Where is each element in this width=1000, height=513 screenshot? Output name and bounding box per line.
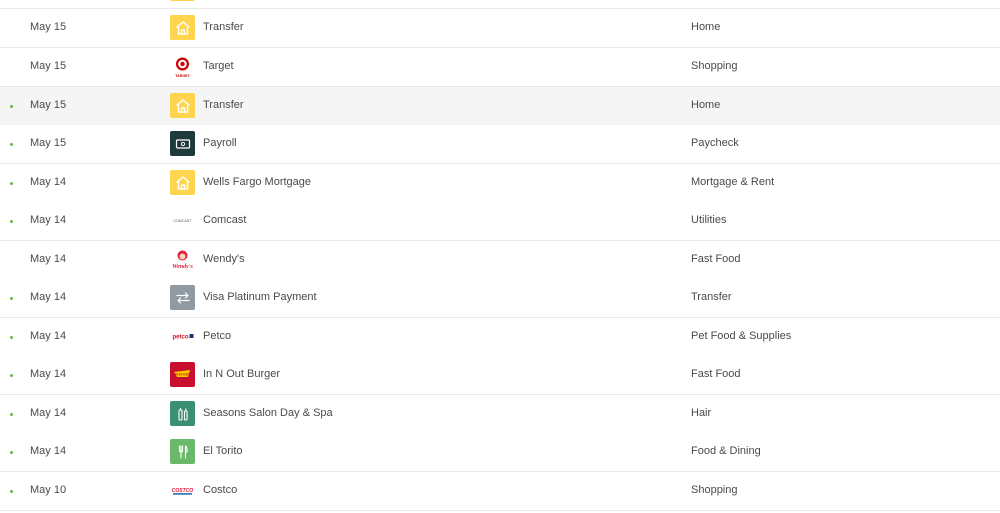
merchant-name[interactable]: Payroll (203, 137, 237, 149)
table-row[interactable]: May 14 Wendy's Wendy's Fast Food (0, 241, 1000, 280)
table-row[interactable]: May 14 El Torito Food & Dining (0, 433, 1000, 472)
merchant-name[interactable]: Seasons Salon Day & Spa (203, 407, 333, 419)
category-label[interactable]: Transfer (691, 291, 732, 303)
wendys-logo: Wendy's (170, 247, 195, 272)
transaction-date: May 15 (30, 21, 67, 33)
transaction-date: May 14 (30, 407, 67, 419)
transaction-date: May 15 (30, 137, 67, 149)
table-row[interactable]: May 14 Seasons Salon Day & Spa Hair (0, 395, 1000, 434)
category-label[interactable]: Fast Food (691, 253, 741, 265)
transaction-date: May 14 (30, 253, 67, 265)
category-label[interactable]: Food & Dining (691, 445, 761, 457)
merchant-name[interactable]: Wells Fargo Mortgage (203, 176, 311, 188)
category-label[interactable]: Mortgage & Rent (691, 176, 774, 188)
category-label[interactable]: Home (691, 21, 720, 33)
petco-logo: petco (170, 324, 195, 349)
merchant-name[interactable]: Petco (203, 330, 231, 342)
category-label[interactable]: Home (691, 99, 720, 111)
merchant-name[interactable]: Visa Platinum Payment (203, 291, 317, 303)
category-label[interactable]: Paycheck (691, 137, 739, 149)
table-row[interactable]: May 15 Transfer Home (0, 9, 1000, 48)
merchant-name[interactable]: Transfer (203, 99, 244, 111)
transaction-date: May 10 (30, 484, 67, 496)
transaction-date: May 14 (30, 330, 67, 342)
table-row[interactable]: May 14 Wells Fargo Mortgage Mortgage & R… (0, 164, 1000, 203)
home-icon (170, 15, 195, 40)
svg-text:TARGET: TARGET (175, 74, 190, 78)
unreviewed-dot (10, 105, 13, 108)
unreviewed-dot (10, 143, 13, 146)
merchant-name[interactable]: Comcast (203, 214, 246, 226)
utensils-icon (170, 439, 195, 464)
svg-text:COSTCO: COSTCO (172, 488, 194, 494)
merchant-name[interactable]: In N Out Burger (203, 368, 280, 380)
transaction-date: May 14 (30, 176, 67, 188)
category-label[interactable]: Shopping (691, 484, 738, 496)
home-icon (170, 93, 195, 118)
transaction-date: May 14 (30, 368, 67, 380)
table-row[interactable]: May 14 IN-N-OUT In N Out Burger Fast Foo… (0, 356, 1000, 395)
transaction-date: May 14 (30, 445, 67, 457)
table-row[interactable]: May 15 Payroll Paycheck (0, 125, 1000, 164)
target-logo: TARGET (170, 54, 195, 79)
home-icon (170, 170, 195, 195)
category-label[interactable]: Fast Food (691, 368, 741, 380)
merchant-name[interactable]: El Torito (203, 445, 243, 457)
table-row[interactable]: May 14 COMCAST Comcast Utilities (0, 202, 1000, 241)
table-row[interactable]: May 10 COSTCO Costco Shopping (0, 472, 1000, 511)
merchant-name[interactable]: Target (203, 60, 234, 72)
unreviewed-dot (10, 220, 13, 223)
category-label[interactable]: Utilities (691, 214, 726, 226)
innout-logo: IN-N-OUT (170, 362, 195, 387)
unreviewed-dot (10, 374, 13, 377)
transaction-date: May 14 (30, 291, 67, 303)
table-row[interactable]: May 14 Visa Platinum Payment Transfer (0, 279, 1000, 318)
salon-icon (170, 401, 195, 426)
svg-text:IN-N-OUT: IN-N-OUT (174, 373, 191, 377)
table-row[interactable]: May 14 petco Petco Pet Food & Supplies (0, 318, 1000, 357)
unreviewed-dot (10, 490, 13, 493)
unreviewed-dot (10, 451, 13, 454)
unreviewed-dot (10, 336, 13, 339)
table-row[interactable]: May 15 Transfer Home (0, 87, 1000, 126)
transfer-arrows-icon (170, 285, 195, 310)
merchant-name[interactable]: Wendy's (203, 253, 245, 265)
table-row[interactable]: May 15 TARGET Target Shopping (0, 48, 1000, 87)
comcast-logo: COMCAST (170, 208, 195, 233)
merchant-name[interactable]: Transfer (203, 21, 244, 33)
transaction-date: May 14 (30, 214, 67, 226)
unreviewed-dot (10, 413, 13, 416)
table-row-partial[interactable] (0, 0, 1000, 9)
unreviewed-dot (10, 182, 13, 185)
category-label[interactable]: Hair (691, 407, 711, 419)
category-label[interactable]: Shopping (691, 60, 738, 72)
home-icon (170, 0, 195, 1)
svg-text:COMCAST: COMCAST (174, 219, 193, 223)
costco-logo: COSTCO (170, 478, 195, 503)
merchant-name[interactable]: Costco (203, 484, 237, 496)
svg-text:petco: petco (172, 335, 188, 341)
svg-text:Wendy's: Wendy's (172, 264, 193, 270)
transaction-date: May 15 (30, 60, 67, 72)
transaction-date: May 15 (30, 99, 67, 111)
unreviewed-dot (10, 297, 13, 300)
category-label[interactable]: Pet Food & Supplies (691, 330, 791, 342)
cash-icon (170, 131, 195, 156)
